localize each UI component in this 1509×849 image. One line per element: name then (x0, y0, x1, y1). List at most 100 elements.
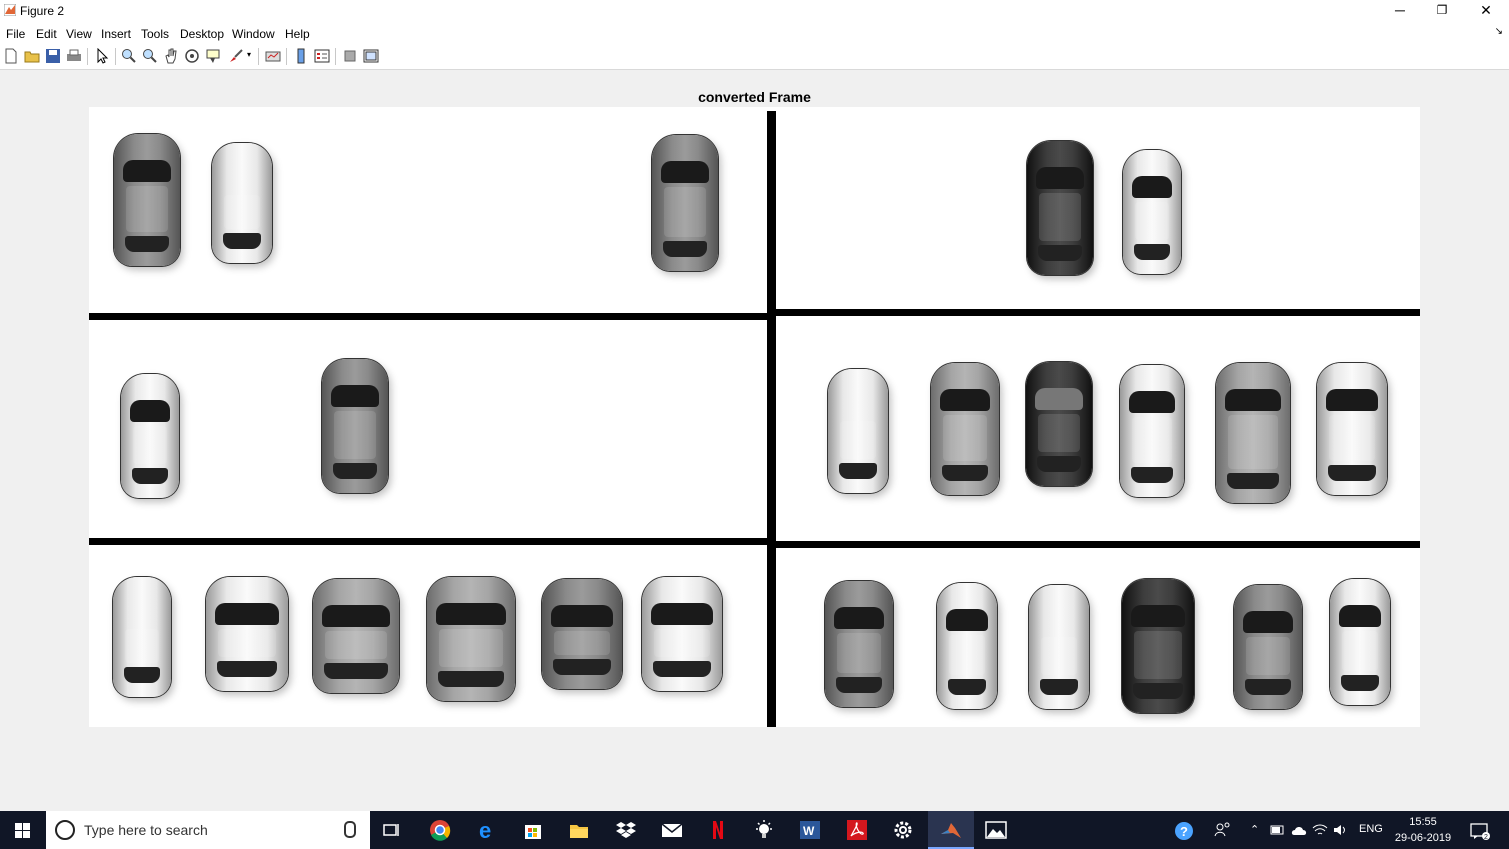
parked-car (1234, 585, 1302, 709)
taxi-car (1317, 363, 1387, 495)
battery-icon[interactable] (1270, 823, 1286, 837)
word-icon[interactable]: W (799, 819, 821, 841)
taskbar-search[interactable]: Type here to search (46, 811, 370, 849)
menu-edit[interactable]: Edit (36, 27, 57, 41)
matlab-figure-icon (4, 4, 16, 16)
acrobat-icon[interactable] (846, 819, 868, 841)
minimize-button[interactable]: ─ (1378, 0, 1422, 22)
open-file-icon[interactable] (24, 48, 40, 64)
people-icon[interactable] (1214, 821, 1232, 839)
task-view-icon[interactable] (381, 819, 403, 841)
brush-icon[interactable] (228, 48, 244, 64)
parked-car (113, 577, 171, 697)
onedrive-icon[interactable] (1291, 823, 1309, 837)
parked-car (937, 583, 997, 709)
horizontal-divider-right-1 (773, 309, 1420, 316)
menu-view[interactable]: View (66, 27, 92, 41)
print-icon[interactable] (66, 48, 82, 64)
parked-car (1123, 150, 1181, 274)
parked-car (825, 581, 893, 707)
vertical-divider (767, 111, 776, 727)
horizontal-divider-right-2 (773, 541, 1420, 548)
colorbar-icon[interactable] (293, 48, 309, 64)
windows-start-icon[interactable] (15, 823, 30, 838)
plot-title: converted Frame (698, 89, 811, 105)
wifi-icon[interactable] (1312, 823, 1328, 837)
parked-car (121, 374, 179, 498)
store-icon[interactable] (522, 819, 544, 841)
dropbox-icon[interactable] (615, 819, 637, 841)
edge-icon[interactable]: e (476, 819, 498, 841)
parked-car (206, 577, 288, 691)
matlab-taskbar-button[interactable] (928, 811, 974, 849)
horizontal-divider-left-2 (89, 538, 769, 545)
bulb-icon[interactable] (753, 819, 775, 841)
rotate-3d-icon[interactable] (184, 48, 200, 64)
save-icon[interactable] (45, 48, 61, 64)
notifications-icon[interactable]: 2 (1469, 821, 1491, 841)
toolbar-separator (286, 48, 287, 65)
show-plot-tools-icon[interactable] (363, 48, 379, 64)
toolbar-separator (258, 48, 259, 65)
mail-icon[interactable] (661, 819, 683, 841)
parked-car (114, 134, 180, 266)
parked-car (652, 135, 718, 271)
svg-text:?: ? (1180, 824, 1188, 839)
window-title: Figure 2 (20, 4, 65, 18)
menu-insert[interactable]: Insert (101, 27, 131, 41)
legend-icon[interactable] (314, 48, 330, 64)
dock-arrow-icon[interactable]: ↘ (1495, 26, 1503, 37)
netflix-icon[interactable] (707, 819, 729, 841)
brush-dropdown-icon[interactable]: ▾ (247, 50, 251, 59)
parked-car (427, 577, 515, 701)
parked-car (542, 579, 622, 689)
parked-car (1029, 585, 1089, 709)
clock-time: 15:55 (1409, 816, 1437, 828)
pan-icon[interactable] (163, 48, 179, 64)
settings-icon[interactable] (892, 819, 914, 841)
file-explorer-icon[interactable] (568, 819, 590, 841)
figure-toolbar: ▾ (0, 44, 1509, 70)
language-indicator[interactable]: ENG (1359, 823, 1383, 835)
close-button[interactable]: ✕ (1464, 0, 1508, 22)
toolbar-separator (335, 48, 336, 65)
zoom-out-icon[interactable] (142, 48, 158, 64)
chrome-icon[interactable] (429, 819, 451, 841)
parked-car (1027, 141, 1093, 275)
menu-desktop[interactable]: Desktop (180, 27, 224, 41)
parked-car (1330, 579, 1390, 705)
clock[interactable]: 15:55 29-06-2019 (1383, 814, 1463, 846)
title-bar: Figure 2 ─ ❐ ✕ (0, 0, 1509, 22)
link-plot-icon[interactable] (265, 48, 281, 64)
microphone-icon[interactable] (344, 821, 356, 838)
new-figure-icon[interactable] (3, 48, 19, 64)
parked-car (1122, 579, 1194, 713)
svg-text:W: W (803, 824, 815, 838)
parked-car (931, 363, 999, 495)
taskbar: Type here to search e W ? ⌃ ENG 15:55 29… (0, 811, 1509, 849)
parked-car (313, 579, 399, 693)
menu-file[interactable]: File (6, 27, 25, 41)
parking-lot-image[interactable] (89, 107, 1420, 727)
hide-plot-tools-icon[interactable] (342, 48, 358, 64)
zoom-in-icon[interactable] (121, 48, 137, 64)
data-cursor-icon[interactable] (205, 48, 221, 64)
menu-tools[interactable]: Tools (141, 27, 169, 41)
show-hidden-icons-icon[interactable]: ⌃ (1250, 823, 1259, 836)
photos-icon[interactable] (985, 819, 1007, 841)
parked-car (322, 359, 388, 493)
parked-car (828, 369, 888, 493)
parked-car (1216, 363, 1290, 503)
parked-car (1026, 362, 1092, 486)
svg-text:2: 2 (1484, 834, 1488, 841)
help-icon[interactable]: ? (1174, 821, 1194, 841)
edit-plot-icon[interactable] (94, 48, 110, 64)
volume-icon[interactable] (1333, 823, 1349, 837)
menu-bar: File Edit View Insert Tools Desktop Wind… (0, 22, 1509, 44)
cortana-icon[interactable] (55, 820, 75, 840)
menu-help[interactable]: Help (285, 27, 310, 41)
restore-button[interactable]: ❐ (1420, 0, 1464, 22)
search-placeholder: Type here to search (84, 822, 208, 838)
horizontal-divider-left-1 (89, 313, 769, 320)
menu-window[interactable]: Window (232, 27, 275, 41)
